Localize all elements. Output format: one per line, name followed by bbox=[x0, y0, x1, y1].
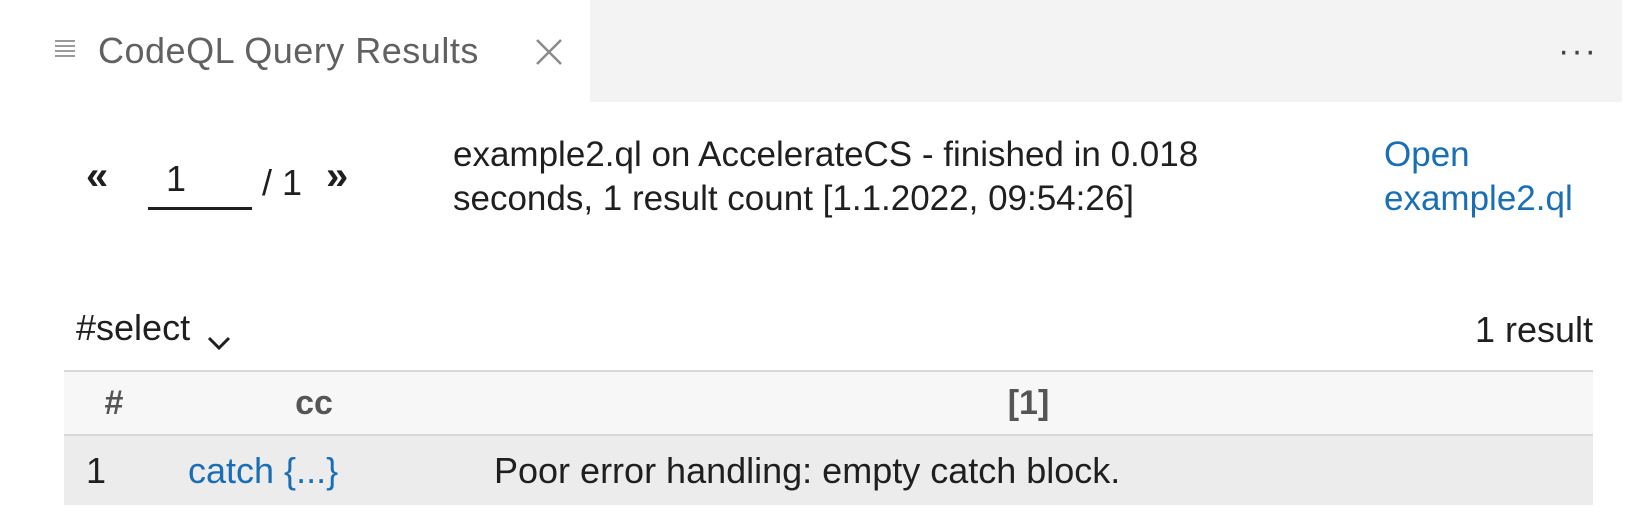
next-page-button[interactable]: » bbox=[326, 154, 348, 199]
row-number: 1 bbox=[86, 449, 107, 491]
cc-cell: catch {...} bbox=[164, 435, 464, 505]
chevron-down-icon bbox=[206, 320, 232, 351]
open-query-link[interactable]: Open example2.ql bbox=[1384, 133, 1624, 221]
close-icon[interactable] bbox=[535, 38, 563, 66]
prev-page-button[interactable]: « bbox=[86, 154, 108, 199]
result-set-label: #select bbox=[76, 307, 191, 348]
lines-icon bbox=[54, 38, 76, 60]
results-table: # cc [1] 1 catch {...} Poor error handli… bbox=[64, 370, 1593, 505]
tab-bar: CodeQL Query Results ··· bbox=[0, 0, 1622, 102]
tab-title: CodeQL Query Results bbox=[98, 30, 479, 71]
result-count: 1 result bbox=[1474, 309, 1593, 350]
table-header-row: # cc [1] bbox=[64, 371, 1593, 435]
more-icon[interactable]: ··· bbox=[1558, 32, 1598, 71]
result-set-select[interactable]: #select bbox=[76, 307, 232, 351]
cc-link[interactable]: catch {...} bbox=[188, 450, 338, 491]
message-cell: Poor error handling: empty catch block. bbox=[494, 449, 1121, 491]
table-row[interactable]: 1 catch {...} Poor error handling: empty… bbox=[64, 435, 1593, 505]
column-header-1[interactable]: [1] bbox=[464, 371, 1593, 435]
page-total: / 1 bbox=[262, 162, 303, 203]
column-header-cc[interactable]: cc bbox=[164, 371, 464, 435]
tab-codeql-query-results[interactable]: CodeQL Query Results bbox=[0, 0, 590, 102]
page-number-input[interactable] bbox=[148, 150, 252, 210]
query-info: example2.ql on AccelerateCS - finished i… bbox=[453, 135, 1199, 218]
column-header-number[interactable]: # bbox=[64, 371, 164, 435]
